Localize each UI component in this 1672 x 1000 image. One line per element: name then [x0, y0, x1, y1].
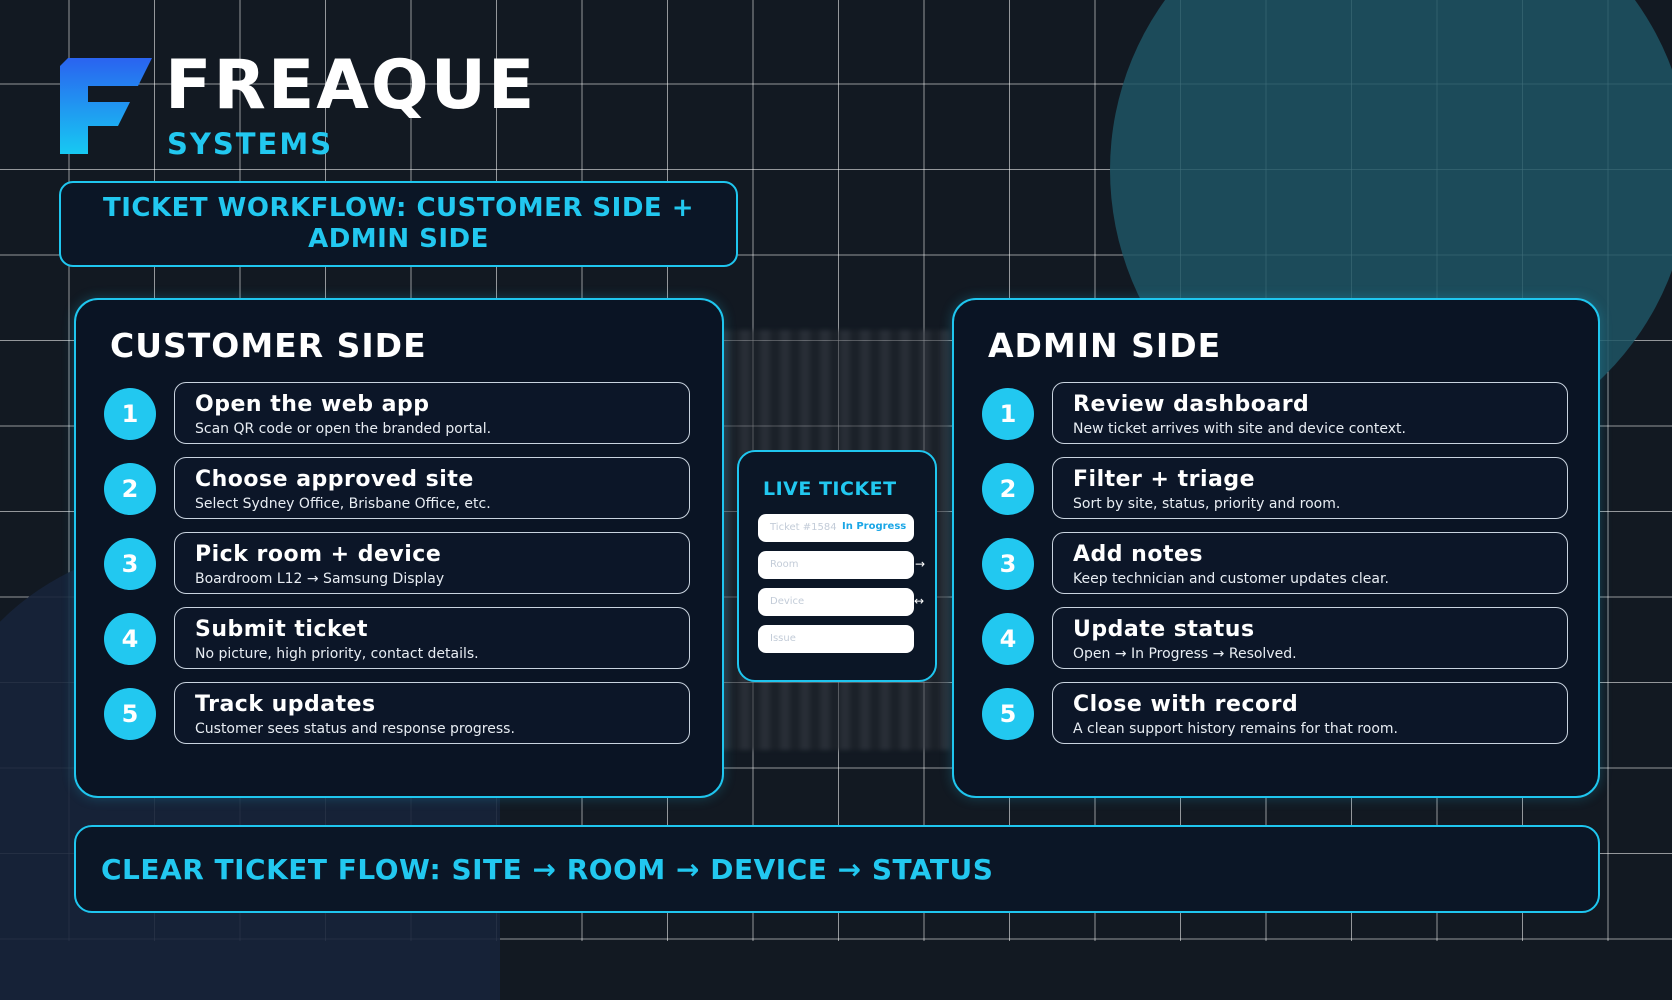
step-number: 1 [104, 388, 156, 440]
logo-icon [60, 58, 152, 154]
step-number: 4 [982, 613, 1034, 665]
ticket-id: Ticket #1584 [770, 522, 837, 533]
page-title: TICKET WORKFLOW: CUSTOMER SIDE + ADMIN S… [102, 193, 694, 254]
step-number: 3 [982, 538, 1034, 590]
step-number: 2 [982, 463, 1034, 515]
brand-logo: FREAQUE SYSTEMS [60, 52, 560, 166]
step-card: Open the web app Scan QR code or open th… [174, 382, 690, 444]
step-title: Open the web app [195, 392, 430, 417]
live-ticket-title: LIVE TICKET [763, 478, 897, 500]
step-number: 4 [104, 613, 156, 665]
step-description: No picture, high priority, contact detai… [195, 646, 479, 662]
step-card: Track updates Customer sees status and r… [174, 682, 690, 744]
step-number: 2 [104, 463, 156, 515]
admin-step: 3 Add notes Keep technician and customer… [982, 532, 1572, 596]
step-title: Track updates [195, 692, 376, 717]
step-title: Review dashboard [1073, 392, 1310, 417]
step-number: 5 [104, 688, 156, 740]
step-number: 5 [982, 688, 1034, 740]
live-ticket-card: LIVE TICKET Ticket #1584 In Progress Roo… [737, 450, 937, 682]
step-title: Submit ticket [195, 617, 368, 642]
step-description: Customer sees status and response progre… [195, 721, 515, 737]
admin-step: 4 Update status Open → In Progress → Res… [982, 607, 1572, 671]
step-title: Choose approved site [195, 467, 474, 492]
device-field-label: Device [770, 596, 805, 607]
admin-step: 1 Review dashboard New ticket arrives wi… [982, 382, 1572, 446]
step-description: Select Sydney Office, Brisbane Office, e… [195, 496, 491, 512]
step-card: Add notes Keep technician and customer u… [1052, 532, 1568, 594]
step-title: Pick room + device [195, 542, 442, 567]
admin-step: 5 Close with record A clean support hist… [982, 682, 1572, 746]
step-description: Boardroom L12 → Samsung Display [195, 571, 445, 587]
step-card: Close with record A clean support histor… [1052, 682, 1568, 744]
step-description: Scan QR code or open the branded portal. [195, 421, 492, 437]
room-field-label: Room [770, 559, 799, 570]
issue-field: Issue [758, 625, 914, 653]
step-card: Review dashboard New ticket arrives with… [1052, 382, 1568, 444]
admin-panel: ADMIN SIDE 1 Review dashboard New ticket… [952, 298, 1600, 798]
step-title: Update status [1073, 617, 1255, 642]
step-description: New ticket arrives with site and device … [1073, 421, 1406, 437]
step-description: A clean support history remains for that… [1073, 721, 1398, 737]
room-field: Room [758, 551, 914, 579]
step-title: Filter + triage [1073, 467, 1256, 492]
step-card: Choose approved site Select Sydney Offic… [174, 457, 690, 519]
customer-step: 1 Open the web app Scan QR code or open … [104, 382, 694, 446]
step-title: Close with record [1073, 692, 1299, 717]
footer-banner: CLEAR TICKET FLOW: SITE → ROOM → DEVICE … [74, 825, 1600, 913]
step-number: 1 [982, 388, 1034, 440]
customer-panel: CUSTOMER SIDE 1 Open the web app Scan QR… [74, 298, 724, 798]
admin-step: 2 Filter + triage Sort by site, status, … [982, 457, 1572, 521]
step-title: Add notes [1073, 542, 1203, 567]
arrow-both-icon: ↔ [914, 594, 925, 608]
customer-step: 4 Submit ticket No picture, high priorit… [104, 607, 694, 671]
footer-text: CLEAR TICKET FLOW: SITE → ROOM → DEVICE … [101, 853, 994, 886]
step-description: Keep technician and customer updates cle… [1073, 571, 1389, 587]
step-description: Sort by site, status, priority and room. [1073, 496, 1341, 512]
page-title-box: TICKET WORKFLOW: CUSTOMER SIDE + ADMIN S… [59, 181, 738, 267]
device-field: Device [758, 588, 914, 616]
step-number: 3 [104, 538, 156, 590]
admin-heading: ADMIN SIDE [988, 326, 1222, 365]
step-description: Open → In Progress → Resolved. [1073, 646, 1297, 662]
ticket-status: In Progress [842, 521, 907, 532]
ticket-id-field: Ticket #1584 In Progress [758, 514, 914, 542]
customer-step: 5 Track updates Customer sees status and… [104, 682, 694, 746]
step-card: Pick room + device Boardroom L12 → Samsu… [174, 532, 690, 594]
arrow-right-icon: → [915, 557, 926, 571]
customer-heading: CUSTOMER SIDE [110, 326, 427, 365]
step-card: Filter + triage Sort by site, status, pr… [1052, 457, 1568, 519]
customer-step: 3 Pick room + device Boardroom L12 → Sam… [104, 532, 694, 596]
issue-field-label: Issue [770, 633, 796, 644]
step-card: Update status Open → In Progress → Resol… [1052, 607, 1568, 669]
brand-name: FREAQUE [165, 46, 537, 125]
customer-step: 2 Choose approved site Select Sydney Off… [104, 457, 694, 521]
brand-subtitle: SYSTEMS [167, 127, 334, 161]
step-card: Submit ticket No picture, high priority,… [174, 607, 690, 669]
